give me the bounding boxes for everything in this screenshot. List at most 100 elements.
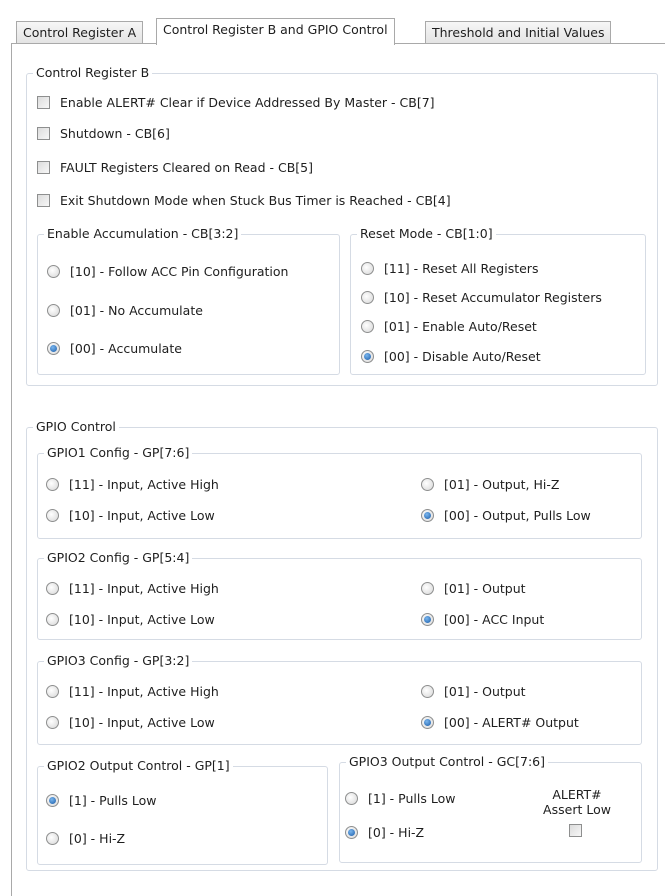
gpio1-config-group: GPIO1 Config - GP[7:6] (37, 445, 642, 539)
radio-gpio3-out-pulls-low[interactable]: [1] - Pulls Low (345, 789, 455, 807)
radio-button[interactable] (46, 793, 59, 807)
tab-control-register-b[interactable]: Control Register B and GPIO Control (156, 18, 395, 45)
radio-button[interactable] (46, 477, 59, 491)
checkbox-alert-assert-low[interactable] (569, 824, 582, 837)
radio-gpio1-output-pulls-low[interactable]: [00] - Output, Pulls Low (421, 506, 591, 524)
gpio3-config-group: GPIO3 Config - GP[3:2] (37, 653, 642, 745)
radio-button[interactable] (361, 290, 374, 304)
radio-button[interactable] (46, 715, 59, 729)
radio-button[interactable] (361, 261, 374, 275)
radio-label: [01] - Output, Hi-Z (444, 476, 560, 492)
radio-label: [0] - Hi-Z (368, 824, 425, 840)
checkbox-alert-clear[interactable]: Enable ALERT# Clear if Device Addressed … (37, 93, 435, 111)
radio-button[interactable] (47, 264, 60, 278)
radio-gpio2-acc-input[interactable]: [00] - ACC Input (421, 610, 544, 628)
alert-assert-low-label: ALERT# Assert Low (532, 787, 622, 817)
radio-label: [00] - ALERT# Output (444, 714, 579, 730)
radio-accum-follow-acc[interactable]: [10] - Follow ACC Pin Configuration (47, 262, 288, 280)
radio-button[interactable] (46, 581, 59, 595)
tab-control-register-a[interactable]: Control Register A (16, 21, 144, 43)
radio-button[interactable] (47, 341, 60, 355)
radio-label: [00] - Disable Auto/Reset (384, 348, 541, 364)
radio-button[interactable] (361, 349, 374, 363)
radio-label: [1] - Pulls Low (368, 790, 456, 806)
radio-label: [10] - Follow ACC Pin Configuration (70, 263, 289, 279)
radio-gpio2-output[interactable]: [01] - Output (421, 579, 526, 597)
radio-label: [01] - Output (444, 580, 526, 596)
radio-label: [0] - Hi-Z (69, 830, 126, 846)
checkbox-label: Enable ALERT# Clear if Device Addressed … (60, 94, 435, 110)
radio-gpio3-out-hiz[interactable]: [0] - Hi-Z (345, 823, 424, 841)
radio-label: [00] - ACC Input (444, 611, 545, 627)
radio-gpio3-input-low[interactable]: [10] - Input, Active Low (46, 713, 215, 731)
radio-label: [10] - Input, Active Low (69, 714, 215, 730)
radio-button[interactable] (345, 825, 358, 839)
group-title: Reset Mode - CB[1:0] (357, 226, 496, 241)
radio-label: [10] - Input, Active Low (69, 611, 215, 627)
alert-label-line2: Assert Low (543, 802, 611, 817)
radio-reset-auto-enable[interactable]: [01] - Enable Auto/Reset (361, 317, 537, 335)
radio-button[interactable] (421, 715, 434, 729)
checkbox-label: Shutdown - CB[6] (60, 125, 170, 141)
tab-strip: Control Register A Control Register B an… (0, 0, 665, 45)
group-title: GPIO Control (33, 419, 119, 434)
radio-gpio3-output[interactable]: [01] - Output (421, 682, 526, 700)
group-title: GPIO2 Config - GP[5:4] (44, 550, 193, 565)
radio-label: [00] - Accumulate (70, 340, 182, 356)
checkbox-box[interactable] (37, 160, 50, 174)
group-title: GPIO1 Config - GP[7:6] (44, 445, 193, 460)
radio-reset-all[interactable]: [11] - Reset All Registers (361, 259, 538, 277)
radio-button[interactable] (421, 477, 434, 491)
radio-label: [11] - Input, Active High (69, 580, 219, 596)
checkbox-exit-shutdown[interactable]: Exit Shutdown Mode when Stuck Bus Timer … (37, 191, 451, 209)
tab-label: Control Register A (23, 25, 137, 40)
radio-gpio3-input-high[interactable]: [11] - Input, Active High (46, 682, 219, 700)
radio-button[interactable] (345, 791, 358, 805)
radio-gpio2-input-low[interactable]: [10] - Input, Active Low (46, 610, 215, 628)
radio-label: [01] - Enable Auto/Reset (384, 318, 537, 334)
radio-button[interactable] (46, 831, 59, 845)
radio-button[interactable] (46, 508, 59, 522)
group-title: Control Register B (33, 65, 153, 80)
radio-button[interactable] (361, 319, 374, 333)
radio-button[interactable] (421, 581, 434, 595)
radio-gpio2-out-pulls-low[interactable]: [1] - Pulls Low (46, 791, 156, 809)
radio-gpio3-alert-output[interactable]: [00] - ALERT# Output (421, 713, 579, 731)
radio-label: [1] - Pulls Low (69, 792, 157, 808)
radio-label: [00] - Output, Pulls Low (444, 507, 591, 523)
radio-label: [10] - Input, Active Low (69, 507, 215, 523)
radio-button[interactable] (46, 684, 59, 698)
radio-button[interactable] (421, 684, 434, 698)
radio-gpio1-input-low[interactable]: [10] - Input, Active Low (46, 506, 215, 524)
tab-label: Control Register B and GPIO Control (163, 22, 388, 37)
checkbox-box[interactable] (37, 193, 50, 207)
radio-label: [01] - No Accumulate (70, 302, 203, 318)
checkbox-box[interactable] (37, 95, 50, 109)
tab-label: Threshold and Initial Values (432, 25, 605, 40)
checkbox-label: Exit Shutdown Mode when Stuck Bus Timer … (60, 192, 451, 208)
radio-reset-accumulator[interactable]: [10] - Reset Accumulator Registers (361, 288, 602, 306)
radio-accum-no-accumulate[interactable]: [01] - No Accumulate (47, 301, 203, 319)
checkbox-shutdown[interactable]: Shutdown - CB[6] (37, 124, 170, 142)
radio-gpio1-output-hiz[interactable]: [01] - Output, Hi-Z (421, 475, 559, 493)
checkbox-box[interactable] (37, 126, 50, 140)
alert-label-line1: ALERT# (552, 787, 602, 802)
checkbox-label: FAULT Registers Cleared on Read - CB[5] (60, 159, 313, 175)
radio-gpio1-input-high[interactable]: [11] - Input, Active High (46, 475, 219, 493)
radio-label: [11] - Reset All Registers (384, 260, 539, 276)
radio-reset-auto-disable[interactable]: [00] - Disable Auto/Reset (361, 347, 541, 365)
radio-label: [10] - Reset Accumulator Registers (384, 289, 602, 305)
radio-button[interactable] (421, 612, 434, 626)
group-title: Enable Accumulation - CB[3:2] (44, 226, 242, 241)
tab-threshold-initial-values[interactable]: Threshold and Initial Values (425, 21, 612, 43)
radio-label: [11] - Input, Active High (69, 683, 219, 699)
radio-gpio2-out-hiz[interactable]: [0] - Hi-Z (46, 829, 125, 847)
radio-button[interactable] (47, 303, 60, 317)
radio-accum-accumulate[interactable]: [00] - Accumulate (47, 339, 182, 357)
group-title: GPIO3 Output Control - GC[7:6] (346, 754, 548, 769)
radio-gpio2-input-high[interactable]: [11] - Input, Active High (46, 579, 219, 597)
checkbox-fault-cleared[interactable]: FAULT Registers Cleared on Read - CB[5] (37, 158, 313, 176)
radio-button[interactable] (421, 508, 434, 522)
group-title: GPIO3 Config - GP[3:2] (44, 653, 193, 668)
radio-button[interactable] (46, 612, 59, 626)
